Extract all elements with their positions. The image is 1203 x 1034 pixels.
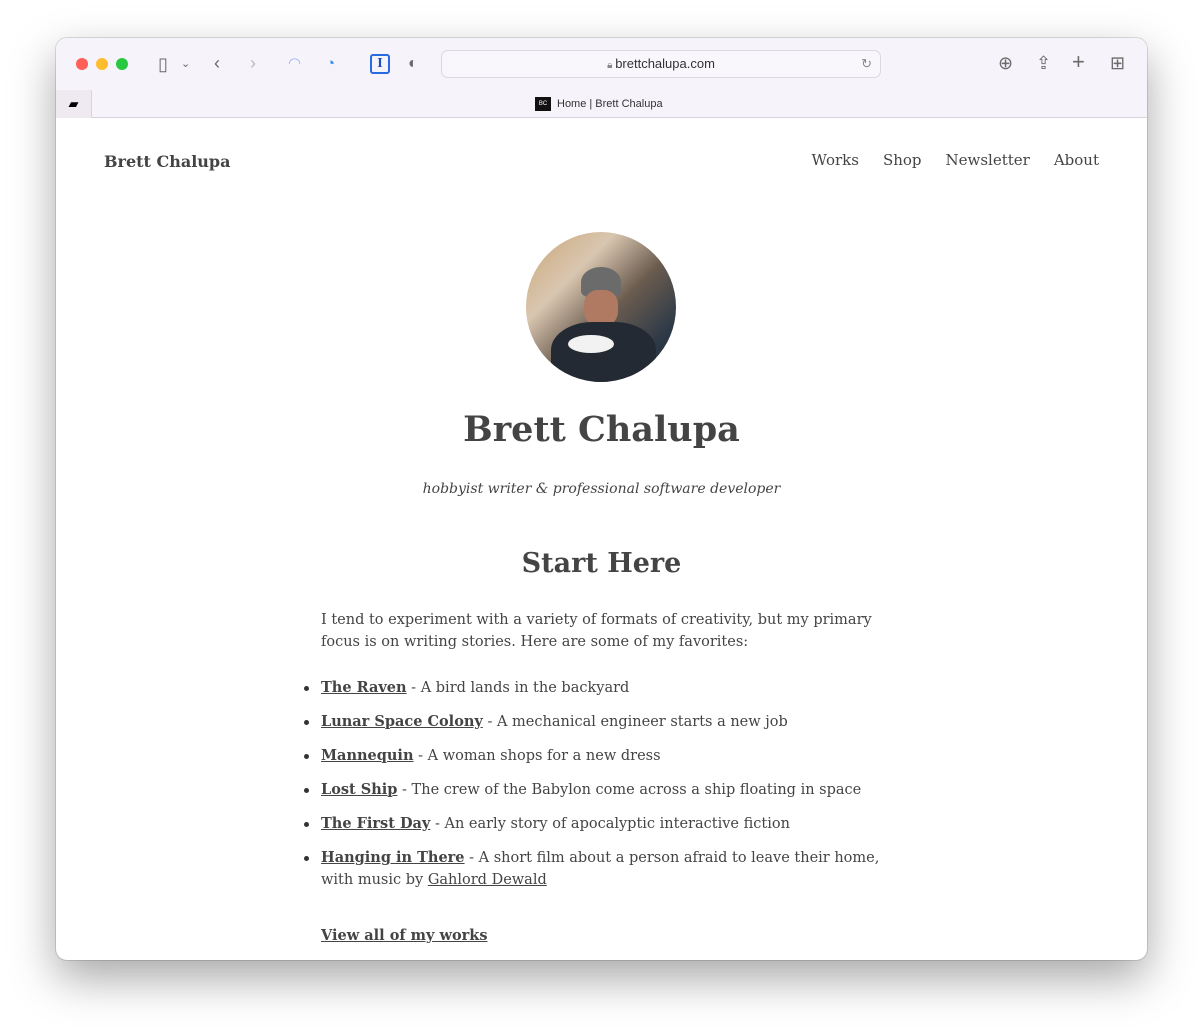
pinned-tab-icon[interactable]: ▰	[56, 90, 92, 118]
list-item: The First Day - An early story of apocal…	[304, 813, 886, 835]
downloads-icon[interactable]: ⊕	[998, 53, 1013, 73]
story-link[interactable]: The First Day	[321, 815, 430, 832]
story-link[interactable]: The Raven	[321, 679, 407, 696]
nav-newsletter[interactable]: Newsletter	[946, 151, 1030, 169]
chevron-down-icon[interactable]: ⌄	[181, 54, 190, 74]
section-heading: Start Here	[521, 548, 682, 579]
back-icon[interactable]: ‹	[214, 53, 220, 73]
musician-link[interactable]: Gahlord Dewald	[428, 872, 547, 888]
minimize-button[interactable]	[96, 58, 108, 70]
intro-text: I tend to experiment with a variety of f…	[321, 612, 872, 650]
site-nav: Works Shop Newsletter About	[812, 151, 1099, 169]
start-section: I tend to experiment with a variety of f…	[304, 609, 886, 947]
lock-icon: 🔒︎	[607, 60, 616, 71]
story-desc: - A woman shops for a new dress	[413, 748, 661, 764]
tab-overview-icon[interactable]: ⊞	[1110, 53, 1125, 73]
forward-icon[interactable]: ›	[250, 53, 256, 73]
nav-shop[interactable]: Shop	[883, 151, 922, 169]
browser-window: ▯ ⌄ ‹ › ◠ ◔ I ◐ 🔒︎ brettchalupa.com ↻ ⊕ ⇪…	[56, 38, 1147, 960]
tab-title: Home | Brett Chalupa	[557, 98, 663, 110]
hero-tagline: hobbyist writer & professional software …	[422, 481, 781, 497]
address-bar[interactable]: 🔒︎ brettchalupa.com ↻	[441, 50, 881, 78]
list-item: Mannequin - A woman shops for a new dres…	[304, 745, 886, 767]
zoom-button[interactable]	[116, 58, 128, 70]
story-desc: - A bird lands in the backyard	[406, 680, 630, 696]
story-desc: - A mechanical engineer starts a new job	[482, 714, 788, 730]
page-content: Brett Chalupa Works Shop Newsletter Abou…	[56, 119, 1147, 960]
tab-bar: ▰ BC Home | Brett Chalupa	[56, 90, 1147, 118]
story-link[interactable]: Lunar Space Colony	[321, 713, 483, 730]
hero-name: Brett Chalupa	[463, 409, 740, 450]
url-text: brettchalupa.com	[615, 56, 715, 71]
tab-home[interactable]: BC Home | Brett Chalupa	[535, 97, 663, 111]
view-all-works-link[interactable]: View all of my works	[321, 925, 886, 947]
rss-icon[interactable]: ◠	[288, 54, 301, 74]
instapaper-icon[interactable]: I	[370, 54, 390, 74]
story-desc: - An early story of apocalyptic interact…	[430, 816, 790, 832]
share-icon[interactable]: ⇪	[1036, 53, 1051, 73]
nav-works[interactable]: Works	[812, 151, 859, 169]
story-link[interactable]: Hanging in There	[321, 849, 465, 866]
story-desc: - The crew of the Babylon come across a …	[397, 782, 862, 798]
story-link[interactable]: Lost Ship	[321, 781, 397, 798]
shield-icon[interactable]: ◐	[408, 54, 418, 74]
site-brand[interactable]: Brett Chalupa	[104, 152, 230, 171]
favicon: BC	[535, 97, 551, 111]
avatar	[526, 232, 676, 382]
nav-about[interactable]: About	[1054, 151, 1099, 169]
reload-icon[interactable]: ↻	[861, 51, 872, 77]
list-item: Lunar Space Colony - A mechanical engine…	[304, 711, 886, 733]
password-extension-icon[interactable]: ◔	[326, 54, 335, 74]
list-item: Lost Ship - The crew of the Babylon come…	[304, 779, 886, 801]
new-tab-icon[interactable]: +	[1072, 51, 1085, 73]
toolbar: ▯ ⌄ ‹ › ◠ ◔ I ◐ 🔒︎ brettchalupa.com ↻ ⊕ ⇪…	[56, 38, 1147, 90]
favorites-list: The Raven - A bird lands in the backyard…	[304, 677, 886, 891]
list-item: Hanging in There - A short film about a …	[304, 847, 886, 891]
story-link[interactable]: Mannequin	[321, 747, 414, 764]
sidebar-icon[interactable]: ▯	[152, 54, 174, 74]
close-button[interactable]	[76, 58, 88, 70]
list-item: The Raven - A bird lands in the backyard	[304, 677, 886, 699]
